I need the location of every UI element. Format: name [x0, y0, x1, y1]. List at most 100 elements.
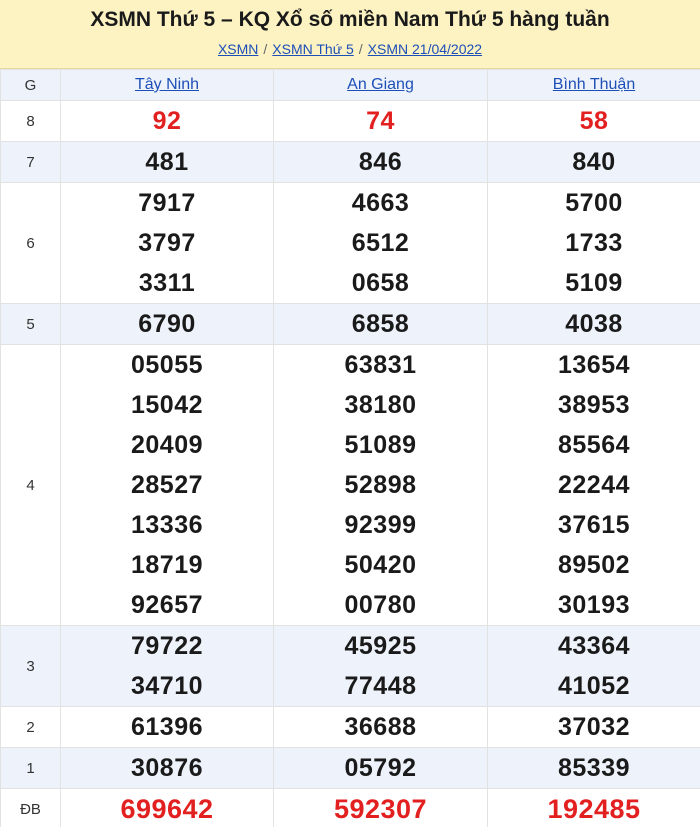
prize-cell: 481: [60, 141, 274, 183]
prize-number: 63831: [344, 351, 417, 379]
prize-label: 7: [0, 141, 61, 183]
prize-row: 8 92 74 58: [0, 100, 700, 142]
prize-number: 6790: [138, 310, 196, 338]
breadcrumb-separator: /: [263, 41, 268, 57]
prize-cell: 43364 41052: [487, 625, 700, 707]
prize-cell: 699642: [60, 788, 274, 827]
breadcrumb: XSMN / XSMN Thứ 5/XSMN 21/04/2022: [0, 40, 700, 58]
prize-number: 846: [358, 148, 403, 176]
prize-number: 85564: [557, 431, 631, 459]
prize-number: 00780: [344, 591, 417, 619]
breadcrumb-separator: /: [358, 41, 363, 57]
prize-number: 74: [366, 107, 395, 135]
prize-number: 22244: [557, 471, 631, 499]
prize-cell: 05055 15042 20409 28527 13336 18719 92657: [60, 344, 274, 626]
prize-cell: 7917 3797 3311: [60, 182, 274, 304]
prize-number: 840: [572, 148, 616, 176]
prize-label: 5: [0, 303, 61, 345]
prize-number: 37032: [557, 713, 631, 741]
prize-number: 5109: [565, 269, 623, 297]
prize-cell: 85339: [487, 747, 700, 789]
prize-number: 79722: [130, 632, 204, 660]
prize-cell: 592307: [273, 788, 488, 827]
prize-number: 481: [145, 148, 189, 176]
prize-label: 4: [0, 344, 61, 626]
prize-column-header: G: [0, 69, 61, 101]
prize-cell: 5700 1733 5109: [487, 182, 700, 304]
prize-number: 61396: [130, 713, 204, 741]
prize-number: 58: [579, 107, 609, 135]
prize-row: 6 7917 3797 3311 4663 6512 0658 5700 1733 5109: [0, 182, 700, 304]
prize-number: 89502: [557, 551, 631, 579]
prize-label: 8: [0, 100, 61, 142]
prize-number: 3311: [138, 269, 196, 297]
prize-number: 30876: [130, 754, 204, 782]
province-link-an-giang[interactable]: An Giang: [347, 76, 414, 93]
prize-cell: 79722 34710: [60, 625, 274, 707]
prize-cell: 6858: [273, 303, 488, 345]
prize-number: 38953: [557, 391, 631, 419]
prize-cell: 92: [60, 100, 274, 142]
breadcrumb-link-date[interactable]: XSMN 21/04/2022: [368, 41, 482, 57]
province-header-an-giang: An Giang: [273, 69, 488, 101]
page-title: XSMN Thứ 5 – KQ Xổ số miền Nam Thứ 5 hàn…: [90, 8, 610, 31]
prize-cell: 13654 38953 85564 22244 37615 89502 30193: [487, 344, 700, 626]
prize-number: 92657: [130, 591, 204, 619]
prize-cell: 61396: [60, 706, 274, 748]
province-link-tay-ninh[interactable]: Tây Ninh: [135, 76, 199, 93]
prize-label: ĐB: [0, 788, 61, 827]
prize-label: 3: [0, 625, 61, 707]
prize-row: 5 6790 6858 4038: [0, 303, 700, 345]
prize-number: 15042: [130, 391, 204, 419]
prize-number: 13336: [130, 511, 204, 539]
prize-number: 30193: [557, 591, 631, 619]
prize-number: 05055: [130, 351, 204, 379]
prize-cell: 05792: [273, 747, 488, 789]
prize-number: 1733: [565, 229, 623, 257]
prize-label: 1: [0, 747, 61, 789]
prize-cell: 63831 38180 51089 52898 92399 50420 00780: [273, 344, 488, 626]
prize-number: 92: [152, 107, 182, 135]
province-header-tay-ninh: Tây Ninh: [60, 69, 274, 101]
prize-number: 34710: [130, 672, 204, 700]
prize-number: 7917: [138, 189, 196, 217]
prize-number: 85339: [557, 754, 631, 782]
prize-number: 699642: [120, 794, 214, 824]
prize-row: 4 05055 15042 20409 28527 13336 18719 92657 6383…: [0, 344, 700, 626]
prize-number: 5700: [565, 189, 623, 217]
results-table: G Tây Ninh An Giang Bình Thuận 8 92 74 58 7 4…: [0, 69, 700, 827]
prize-number: 43364: [557, 632, 631, 660]
prize-row: 7 481 846 840: [0, 141, 700, 183]
prize-number: 20409: [130, 431, 204, 459]
province-link-binh-thuan[interactable]: Bình Thuận: [553, 76, 635, 93]
prize-number: 4663: [351, 189, 410, 217]
prize-row: 3 79722 34710 45925 77448 43364 41052: [0, 625, 700, 707]
prize-number: 77448: [344, 672, 417, 700]
prize-number: 0658: [351, 269, 410, 297]
prize-number: 52898: [344, 471, 417, 499]
prize-cell: 4663 6512 0658: [273, 182, 488, 304]
prize-number: 592307: [333, 794, 428, 824]
prize-row: 1 30876 05792 85339: [0, 747, 700, 789]
prize-label: 2: [0, 706, 61, 748]
prize-cell: 36688: [273, 706, 488, 748]
prize-cell: 6790: [60, 303, 274, 345]
prize-number: 3797: [138, 229, 196, 257]
prize-number: 18719: [130, 551, 204, 579]
prize-number: 6858: [351, 310, 410, 338]
breadcrumb-link-xsmn[interactable]: XSMN: [218, 41, 258, 57]
prize-label: 6: [0, 182, 61, 304]
province-header-binh-thuan: Bình Thuận: [487, 69, 700, 101]
prize-number: 45925: [344, 632, 417, 660]
page-header: XSMN Thứ 5 – KQ Xổ số miền Nam Thứ 5 hàn…: [0, 0, 700, 69]
prize-number: 41052: [557, 672, 631, 700]
prize-cell: 30876: [60, 747, 274, 789]
prize-number: 6512: [351, 229, 410, 257]
breadcrumb-link-xsmn-thu5[interactable]: XSMN Thứ 5: [272, 41, 353, 57]
prize-number: 37615: [557, 511, 631, 539]
prize-cell: 37032: [487, 706, 700, 748]
prize-number: 51089: [344, 431, 417, 459]
prize-row: ĐB 699642 592307 192485: [0, 788, 700, 827]
prize-cell: 74: [273, 100, 488, 142]
prize-number: 38180: [344, 391, 417, 419]
